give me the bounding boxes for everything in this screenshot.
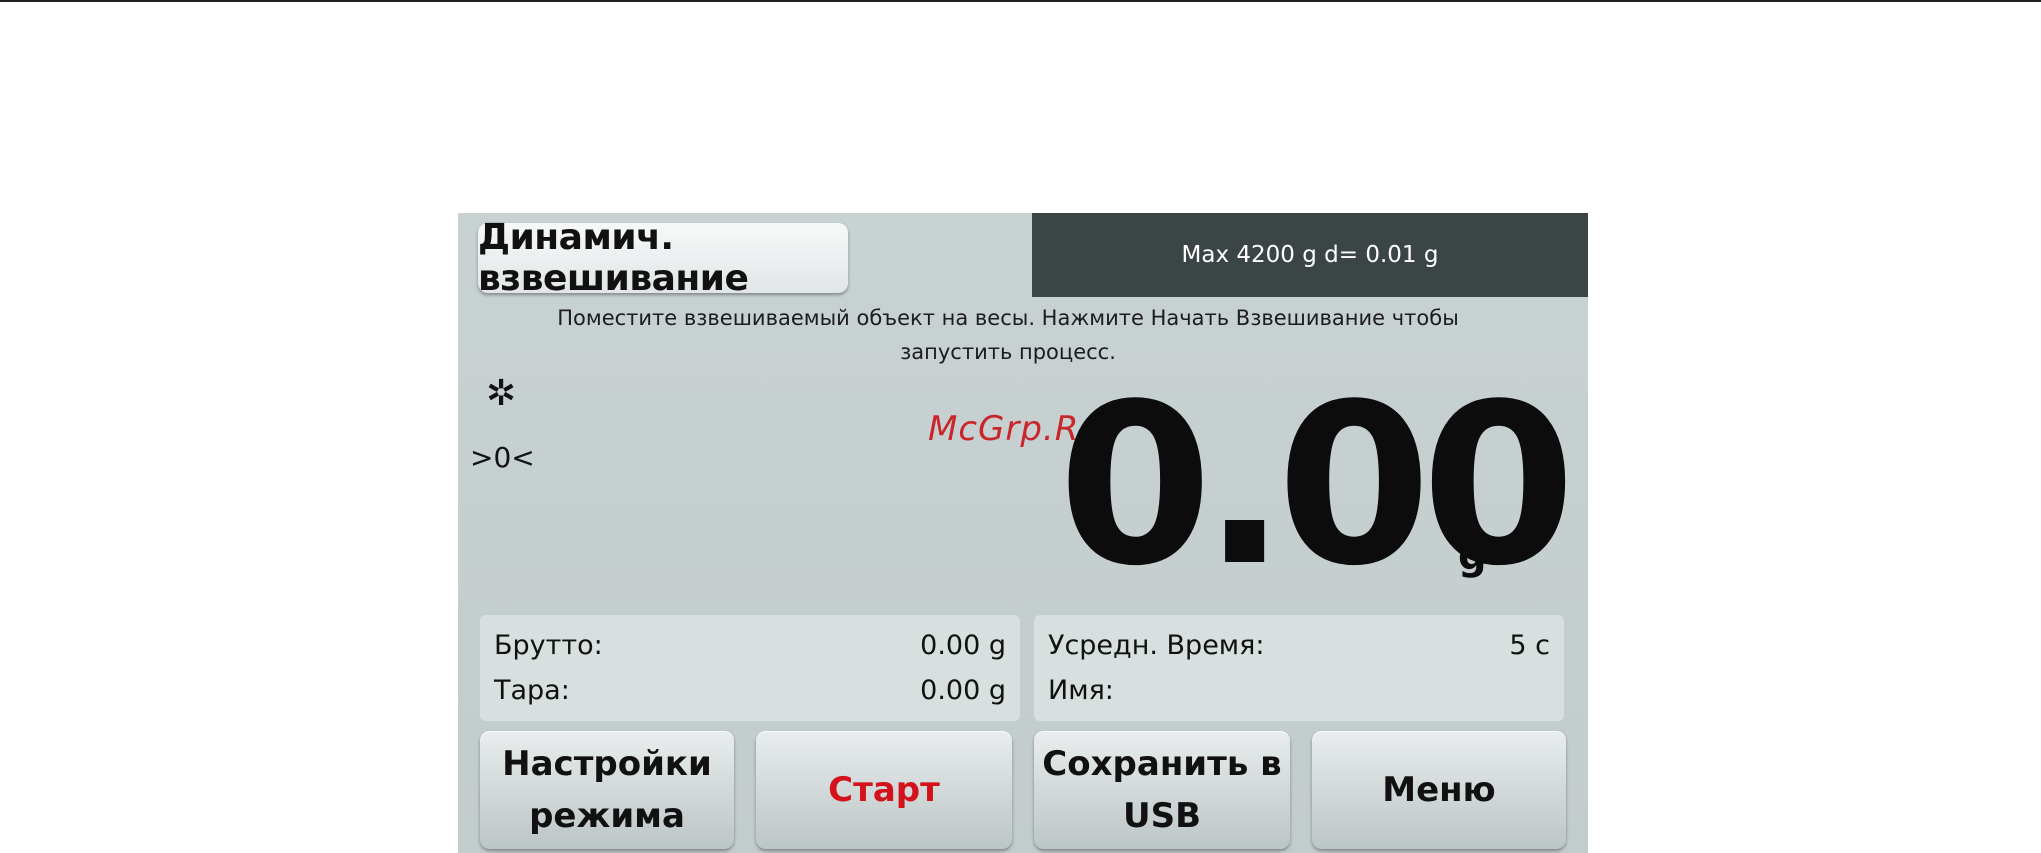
- gross-row: Брутто: 0.00 g: [494, 623, 1006, 668]
- averaging-time-label: Усредн. Время:: [1048, 630, 1265, 661]
- mode-settings-button[interactable]: Настройки режима: [480, 731, 734, 849]
- weight-display: 0.00: [1058, 357, 1576, 615]
- capacity-readout: Max 4200 g d= 0.01 g: [1032, 213, 1588, 297]
- gross-label: Брутто:: [494, 630, 603, 661]
- save-to-usb-button[interactable]: Сохранить в USB: [1034, 731, 1290, 849]
- page-top-rule: [0, 0, 2041, 2]
- center-of-zero-indicator: >0<: [470, 441, 535, 474]
- mode-info-panel: Усредн. Время: 5 с Имя:: [1034, 615, 1564, 721]
- start-button[interactable]: Старт: [756, 731, 1012, 849]
- balance-screen: Динамич. взвешивание Max 4200 g d= 0.01 …: [458, 213, 1588, 853]
- tare-label: Тара:: [494, 675, 570, 706]
- gross-value: 0.00 g: [920, 630, 1006, 661]
- weight-info-panel: Брутто: 0.00 g Тара: 0.00 g: [480, 615, 1020, 721]
- name-label: Имя:: [1048, 675, 1114, 706]
- weight-unit[interactable]: g: [1458, 533, 1487, 579]
- tare-row: Тара: 0.00 g: [494, 668, 1006, 713]
- tare-value: 0.00 g: [920, 675, 1006, 706]
- averaging-time-value: 5 с: [1509, 630, 1550, 661]
- stability-asterisk-icon: ✲: [486, 373, 517, 414]
- mode-title-tab[interactable]: Динамич. взвешивание: [478, 217, 848, 299]
- name-row: Имя:: [1048, 668, 1550, 713]
- instruction-line-1: Поместите взвешиваемый объект на весы. Н…: [557, 306, 1459, 330]
- menu-button[interactable]: Меню: [1312, 731, 1566, 849]
- averaging-time-row: Усредн. Время: 5 с: [1048, 623, 1550, 668]
